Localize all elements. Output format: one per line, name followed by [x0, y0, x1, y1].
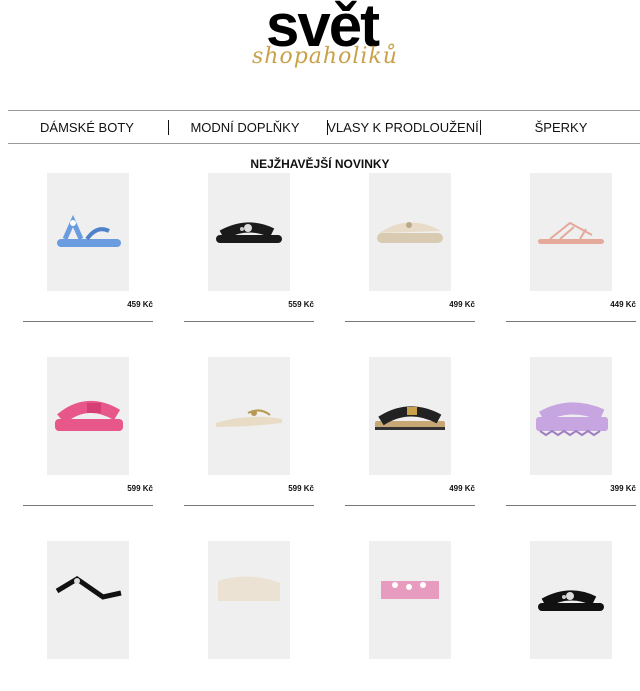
product-price: 459 Kč — [127, 300, 153, 309]
product-divider — [506, 321, 636, 322]
product-card[interactable] — [184, 541, 314, 691]
product-divider — [23, 505, 153, 506]
product-image-black-slide[interactable] — [208, 173, 290, 291]
logo-script: shopaholiků — [252, 44, 398, 69]
nav-label: MODNÍ DOPLŇKY — [190, 119, 300, 135]
product-card[interactable] — [506, 541, 636, 691]
nav-label: DÁMSKÉ BOTY — [40, 119, 134, 135]
product-image-black-espadrille-slide[interactable] — [369, 357, 451, 475]
section-title: NEJŽHAVĚJŠÍ NOVINKY — [250, 157, 390, 171]
product-divider — [184, 321, 314, 322]
nav-label: VLASY K PRODLOUŽENÍ — [327, 119, 479, 135]
nav-separator — [480, 120, 481, 135]
product-price: 449 Kč — [610, 300, 636, 309]
product-image-black-slide[interactable] — [530, 541, 612, 659]
product-divider — [345, 505, 475, 506]
site-logo[interactable]: svět shopaholiků — [250, 0, 420, 78]
nav-label: ŠPERKY — [534, 119, 588, 135]
product-image-pink-strappy-sandal[interactable] — [530, 173, 612, 291]
product-divider — [184, 505, 314, 506]
nav-separator — [168, 120, 169, 135]
product-card[interactable]: 399 Kč — [506, 357, 636, 507]
product-card[interactable]: 599 Kč — [184, 357, 314, 507]
product-image-beige-clog[interactable] — [369, 173, 451, 291]
product-price: 499 Kč — [449, 484, 475, 493]
product-image-pink-slide[interactable] — [369, 541, 451, 659]
product-price: 559 Kč — [288, 300, 314, 309]
nav-divider-bottom — [8, 143, 640, 144]
product-price: 399 Kč — [610, 484, 636, 493]
product-divider — [506, 505, 636, 506]
nav-separator — [327, 120, 328, 135]
nav-item-vlasy-k-prodlouzeni[interactable]: VLASY K PRODLOUŽENÍ — [324, 111, 482, 143]
product-card[interactable]: 499 Kč — [345, 173, 475, 323]
product-image-black-sandal[interactable] — [47, 541, 129, 659]
product-image-blue-sandal[interactable] — [47, 173, 129, 291]
product-card[interactable] — [23, 541, 153, 691]
product-image-lilac-platform-slide[interactable] — [530, 357, 612, 475]
product-image-cream-slide[interactable] — [208, 541, 290, 659]
product-image-pink-platform-slide[interactable] — [47, 357, 129, 475]
product-divider — [345, 321, 475, 322]
product-card[interactable] — [345, 541, 475, 691]
main-nav: DÁMSKÉ BOTY MODNÍ DOPLŇKY VLASY K PRODLO… — [8, 111, 640, 143]
product-divider — [23, 321, 153, 322]
product-card[interactable]: 559 Kč — [184, 173, 314, 323]
product-card[interactable]: 499 Kč — [345, 357, 475, 507]
product-card[interactable]: 449 Kč — [506, 173, 636, 323]
product-price: 599 Kč — [127, 484, 153, 493]
product-price: 599 Kč — [288, 484, 314, 493]
product-image-cream-flat-mule[interactable] — [208, 357, 290, 475]
product-card[interactable]: 599 Kč — [23, 357, 153, 507]
product-card[interactable]: 459 Kč — [23, 173, 153, 323]
nav-item-modni-doplnky[interactable]: MODNÍ DOPLŇKY — [166, 111, 324, 143]
nav-item-sperky[interactable]: ŠPERKY — [482, 111, 640, 143]
product-price: 499 Kč — [449, 300, 475, 309]
nav-item-damske-boty[interactable]: DÁMSKÉ BOTY — [8, 111, 166, 143]
